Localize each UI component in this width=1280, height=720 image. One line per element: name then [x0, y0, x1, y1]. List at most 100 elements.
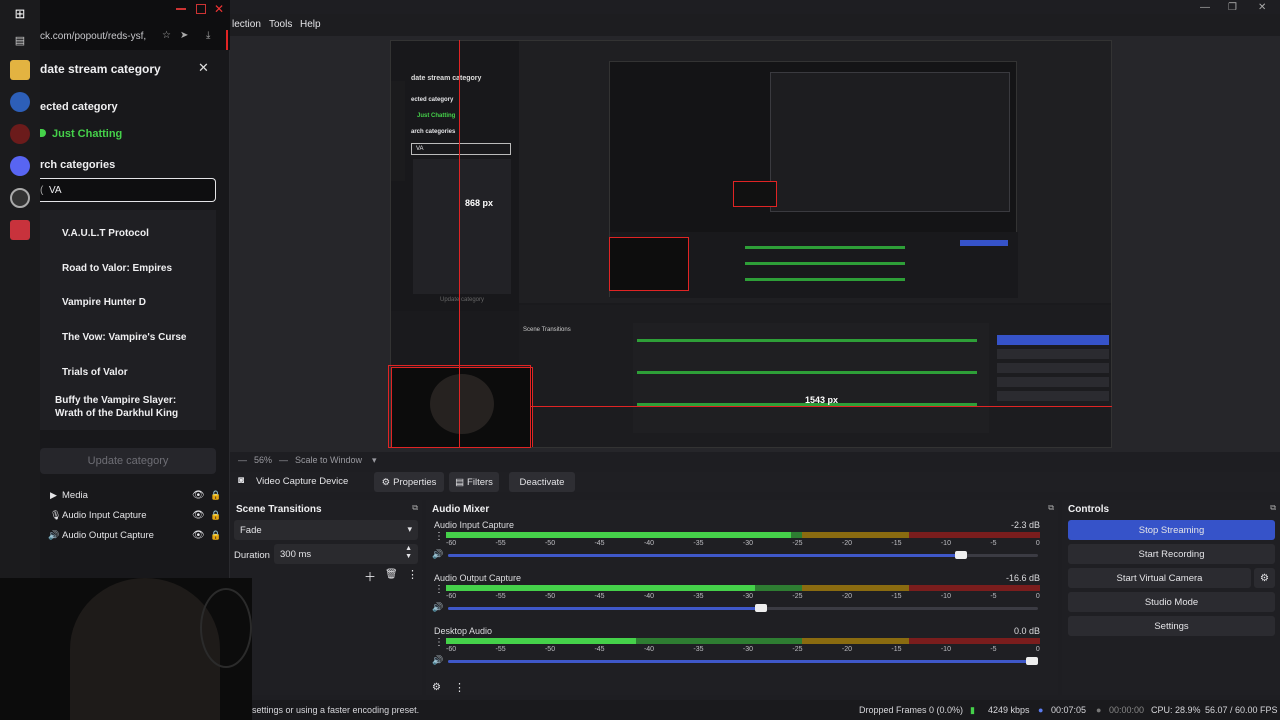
download-icon[interactable]: ⤓ — [206, 30, 210, 41]
eye-icon[interactable]: 👁 — [192, 530, 205, 541]
volume-meter — [446, 532, 1040, 538]
mixer-channel: Audio Input Capture -2.3 dB ⋮ -60 -55 -50 -45-… — [426, 518, 1046, 570]
menu-item-selection[interactable]: lection — [232, 19, 261, 30]
source-item[interactable]: Audio Output Capture — [62, 530, 154, 541]
speaker-icon[interactable]: 🔊 — [432, 602, 443, 613]
duration-value: 300 ms — [280, 549, 312, 560]
channel-menu-icon[interactable]: ⋮ — [434, 531, 444, 542]
obs-status-bar: settings or using a faster encoding pres… — [230, 700, 1280, 720]
channel-menu-icon[interactable]: ⋮ — [434, 637, 444, 648]
source-item[interactable]: Media — [62, 490, 88, 501]
obs-studio-icon[interactable] — [10, 188, 30, 208]
source-selection-box[interactable] — [388, 365, 531, 448]
more-icon[interactable]: ⋮ — [407, 568, 418, 581]
lock-icon[interactable]: 🔒 — [210, 530, 221, 541]
update-category-button[interactable]: Update category — [40, 448, 216, 474]
more-icon[interactable]: ⋮ — [454, 681, 465, 694]
close-icon[interactable]: ✕ — [1258, 2, 1266, 13]
stepper-icon[interactable]: ▲ ▼ — [405, 545, 412, 561]
scale-tick: -10 — [940, 540, 951, 547]
settings-button[interactable]: Settings — [1068, 616, 1275, 636]
transition-select[interactable]: Fade ▾ — [234, 520, 418, 540]
selected-category-heading: ected category — [40, 101, 118, 113]
dock-float-icon[interactable]: ⧉ — [1048, 503, 1054, 513]
source-item[interactable]: Audio Input Capture — [62, 510, 147, 521]
meter-level — [446, 532, 791, 538]
fader-handle[interactable] — [754, 604, 767, 612]
browser-icon[interactable] — [10, 92, 30, 112]
app-icon[interactable] — [10, 220, 30, 240]
gear-icon[interactable]: ⚙ — [432, 682, 441, 693]
discord-icon[interactable] — [10, 156, 30, 176]
cpu-usage: CPU: 28.9% — [1151, 705, 1201, 715]
task-view-icon[interactable]: ▤ — [10, 30, 30, 50]
lock-icon[interactable]: ☆ — [162, 30, 171, 41]
fader-handle[interactable] — [955, 551, 968, 559]
result-item[interactable]: Road to Valor: Empires — [62, 263, 212, 274]
guide-label-horizontal: 1543 px — [805, 395, 839, 405]
result-item[interactable]: V.A.U.L.T Protocol — [62, 228, 212, 239]
result-item[interactable]: Buffy the Vampire Slayer: Wrath of the D… — [55, 394, 205, 420]
toolbar-source-name: Video Capture Device — [256, 476, 349, 487]
studio-mode-button[interactable]: Studio Mode — [1068, 592, 1275, 612]
deactivate-button[interactable]: Deactivate — [509, 472, 575, 492]
sources-list: ▶ Media 🎙 Audio Input Capture 🔊 Audio Ou… — [40, 486, 230, 546]
lock-icon[interactable]: 🔒 — [210, 510, 221, 521]
restore-icon[interactable]: ❐ — [1228, 2, 1237, 13]
eye-icon[interactable]: 👁 — [192, 510, 205, 521]
menu-item-tools[interactable]: Tools — [269, 19, 292, 30]
obs-icon[interactable] — [10, 124, 30, 144]
scale-tick: -30 — [742, 593, 754, 600]
volume-fader[interactable] — [448, 551, 1038, 559]
stop-streaming-button[interactable]: Stop Streaming — [1068, 520, 1275, 540]
scale-tick: 0 — [1035, 593, 1040, 600]
windows-start-icon[interactable]: ⊞ — [10, 4, 30, 24]
start-virtual-camera-button[interactable]: Start Virtual Camera — [1068, 568, 1251, 588]
filters-button[interactable]: ▤ Filters — [449, 472, 499, 492]
properties-button[interactable]: ⚙ Properties — [374, 472, 444, 492]
channel-db: -16.6 dB — [1005, 573, 1040, 583]
status-message: settings or using a faster encoding pres… — [252, 705, 420, 715]
search-categories-heading: rch categories — [40, 159, 116, 171]
zoom-level: 56% — [254, 455, 273, 465]
chevron-down-icon[interactable]: ▾ — [372, 455, 377, 466]
close-popout-icon[interactable]: ✕ — [198, 60, 209, 76]
nested-stop-streaming — [997, 335, 1109, 345]
dock-float-icon[interactable]: ⧉ — [1270, 503, 1276, 513]
result-item[interactable]: Vampire Hunter D — [62, 297, 212, 308]
send-icon[interactable]: ➤ — [180, 30, 188, 41]
lock-icon[interactable]: 🔒 — [210, 490, 221, 501]
dock-float-icon[interactable]: ⧉ — [412, 503, 418, 513]
scale-tick: -55 — [495, 646, 506, 653]
fader-fill — [448, 660, 1033, 663]
menu-item-help[interactable]: Help — [300, 19, 321, 30]
result-item[interactable]: Trials of Valor — [62, 367, 212, 378]
search-input[interactable]: ( VA — [40, 178, 216, 202]
trash-icon[interactable]: 🗑 — [385, 569, 398, 580]
audio-mixer-title: Audio Mixer — [432, 504, 490, 515]
close-window-icon[interactable]: ✕ — [214, 2, 224, 16]
scale-mode[interactable]: Scale to Window — [295, 455, 362, 465]
minimize-icon[interactable] — [176, 8, 186, 10]
minimize-icon[interactable]: — — [1200, 2, 1210, 13]
speaker-icon[interactable]: 🔊 — [432, 549, 443, 560]
result-item[interactable]: The Vow: Vampire's Curse — [62, 332, 212, 343]
add-icon[interactable]: ＋ — [364, 568, 376, 585]
nested-meter — [637, 371, 977, 374]
file-explorer-icon[interactable] — [10, 60, 30, 80]
nested-controls — [993, 323, 1111, 433]
scale-tick: -45 — [594, 540, 605, 547]
volume-fader[interactable] — [448, 604, 1038, 612]
fader-handle[interactable] — [1026, 657, 1039, 665]
volume-fader[interactable] — [448, 657, 1039, 665]
eye-icon[interactable]: 👁 — [192, 490, 205, 501]
virtual-camera-settings-icon[interactable]: ⚙ — [1254, 568, 1275, 588]
maximize-icon[interactable] — [196, 4, 206, 14]
speaker-icon[interactable]: 🔊 — [432, 655, 443, 666]
preview-status-row: — 56% — Scale to Window ▾ — [238, 455, 438, 467]
start-recording-button[interactable]: Start Recording — [1068, 544, 1275, 564]
scale-tick: -10 — [940, 646, 951, 653]
duration-input[interactable]: 300 ms ▲ ▼ — [274, 544, 418, 564]
nested-search-input: VA — [411, 143, 511, 155]
channel-menu-icon[interactable]: ⋮ — [434, 584, 444, 595]
